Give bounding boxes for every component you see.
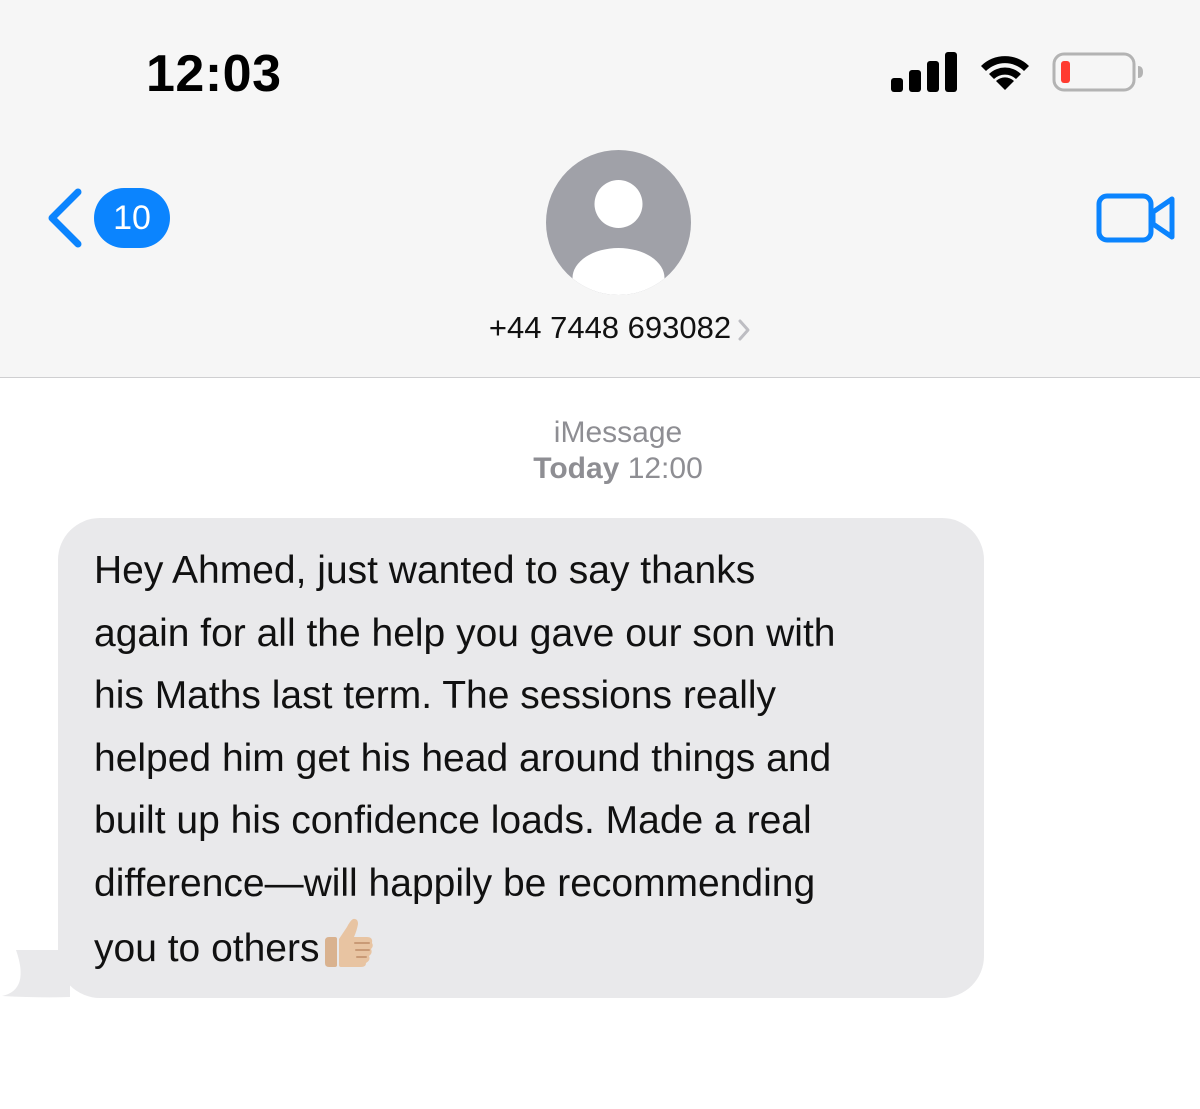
chevron-right-icon <box>738 319 750 341</box>
service-label: iMessage <box>553 416 683 449</box>
battery-low-icon <box>1052 52 1143 92</box>
contact-name: +44 7448 693082 <box>488 310 732 345</box>
timestamp: Today 12:00 <box>0 452 1200 486</box>
message-line: his Maths last term. The sessions really <box>94 674 777 717</box>
timestamp-time: 12:00 <box>627 452 703 485</box>
status-time: 12:03 <box>146 45 282 103</box>
timestamp-date: Today <box>533 452 620 485</box>
bubble-tail <box>2 950 70 998</box>
conversation-header: 12:03 10 +44 7448 693082 <box>0 0 1200 378</box>
wifi-icon <box>981 56 1029 90</box>
video-camera-icon[interactable] <box>1096 193 1176 243</box>
contact-details-link[interactable]: +44 7448 693082 <box>0 310 1200 346</box>
message-line-last: you to others <box>94 915 964 981</box>
chevron-left-icon <box>48 188 82 248</box>
message-line: difference—will happily be recommending <box>94 861 816 905</box>
messages-screen: 12:03 10 +44 7448 693082 iMessage Today … <box>0 0 1200 1109</box>
message-line: again for all the help you gave our son … <box>94 611 836 655</box>
message-line: Hey Ahmed, just wanted to say thanks <box>94 549 756 592</box>
message-line: you to others <box>94 927 320 970</box>
message-text: Hey Ahmed, just wanted to say thanks aga… <box>94 540 964 981</box>
signal-bars-icon <box>891 52 957 92</box>
back-button[interactable]: 10 <box>44 188 170 248</box>
message-line: helped him get his head around things an… <box>94 736 832 780</box>
message-line: built up his confidence loads. Made a re… <box>94 799 812 842</box>
person-placeholder-icon[interactable] <box>546 150 691 295</box>
unread-count-badge: 10 <box>94 188 170 248</box>
thumbs-up-icon <box>325 918 374 967</box>
